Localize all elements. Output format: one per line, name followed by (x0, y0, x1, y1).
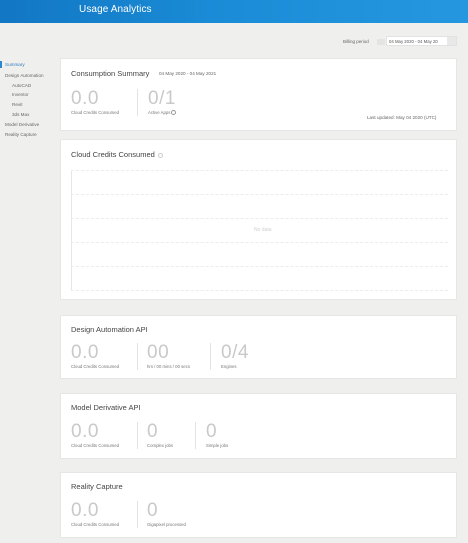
divider (210, 343, 211, 370)
cloud-credits-chart: No data (71, 170, 448, 291)
sidebar-item-summary[interactable]: Summary (5, 62, 25, 67)
billing-period-label: Billing period (343, 39, 369, 44)
consumption-credits-value: 0.0 (71, 88, 99, 109)
billing-period-picker[interactable]: 04 May 2020 - 04 May 20 (386, 36, 457, 46)
sidebar-item-3ds-max[interactable]: 3ds Max (12, 112, 29, 117)
sidebar-item-design-automation[interactable]: Design Automation (5, 73, 44, 78)
active-apps-label: Active Apps (148, 110, 171, 115)
rc-credits-value: 0.0 (71, 500, 99, 521)
chart-y-axis (71, 170, 72, 290)
chart-gridline (71, 242, 448, 243)
md-simple-label: Simple jobs (206, 443, 229, 448)
sidebar-item-inventor[interactable]: Inventor (12, 92, 29, 97)
info-icon[interactable] (157, 152, 163, 158)
sidebar-item-autocad[interactable]: AutoCAD (12, 83, 31, 88)
md-credits-value: 0.0 (71, 421, 99, 442)
model-derivative-card: Model Derivative API 0.0 Cloud Credits C… (60, 393, 457, 459)
billing-period-value: 04 May 2020 - 04 May 20 (389, 39, 438, 44)
da-engines-value: 0/4 (221, 342, 249, 363)
da-engines-label: Engines (221, 364, 237, 369)
rc-gigapixel-value: 0 (147, 500, 159, 521)
sidebar-item-revit[interactable]: Revit (12, 102, 22, 107)
active-apps-value: 0/1 (148, 88, 176, 109)
design-automation-card: Design Automation API 0.0 Cloud Credits … (60, 315, 457, 379)
rc-gigapixel-label: Gigapixel processed (147, 522, 186, 527)
divider (137, 501, 138, 528)
reality-capture-card: Reality Capture 0.0 Cloud Credits Consum… (60, 472, 457, 538)
chart-gridline (71, 266, 448, 267)
model-derivative-title: Model Derivative API (71, 403, 141, 412)
divider (137, 89, 138, 116)
consumption-summary-card: Consumption Summary 04 May 2020 - 04 May… (60, 58, 457, 131)
divider (137, 343, 138, 370)
da-time-label: hrs / 00 mins / 00 secs (147, 364, 190, 369)
sidebar-item-reality-capture[interactable]: Reality Capture (5, 132, 37, 137)
cloud-credits-chart-title: Cloud Credits Consumed (71, 150, 155, 159)
chart-gridline (71, 170, 448, 171)
info-icon[interactable] (171, 110, 177, 116)
md-complex-label: Complex jobs (147, 443, 174, 448)
active-apps-label-wrap: Active Apps (148, 110, 177, 116)
sidebar-item-model-derivative[interactable]: Model Derivative (5, 122, 39, 127)
billing-period-toggle[interactable] (377, 39, 385, 45)
chart-gridline (71, 218, 448, 219)
cloud-credits-chart-card: Cloud Credits Consumed No data (60, 139, 457, 300)
reality-capture-title: Reality Capture (71, 482, 123, 491)
last-updated-text: Last updated: May 04 2020 (UTC) (367, 115, 437, 120)
da-credits-value: 0.0 (71, 342, 99, 363)
sidebar-active-indicator (0, 61, 2, 68)
da-credits-label: Cloud Credits Consumed (71, 364, 120, 369)
md-credits-label: Cloud Credits Consumed (71, 443, 120, 448)
divider (137, 422, 138, 449)
page-title: Usage Analytics (79, 4, 152, 15)
cloud-credits-title-wrap: Cloud Credits Consumed (71, 150, 163, 159)
chart-empty-text: No data (254, 227, 272, 233)
md-simple-value: 0 (206, 421, 218, 442)
chart-gridline (71, 194, 448, 195)
app-header: Usage Analytics (0, 0, 468, 23)
design-automation-title: Design Automation API (71, 325, 148, 334)
rc-credits-label: Cloud Credits Consumed (71, 522, 120, 527)
da-time-value: 00 (147, 342, 170, 363)
chart-gridline (71, 290, 448, 291)
md-complex-value: 0 (147, 421, 159, 442)
divider (195, 422, 196, 449)
consumption-credits-label: Cloud Credits Consumed (71, 110, 120, 115)
calendar-icon[interactable] (447, 37, 456, 45)
consumption-summary-title: Consumption Summary (71, 69, 150, 78)
consumption-date-range: 04 May 2020 - 04 May 2021 (159, 71, 217, 76)
